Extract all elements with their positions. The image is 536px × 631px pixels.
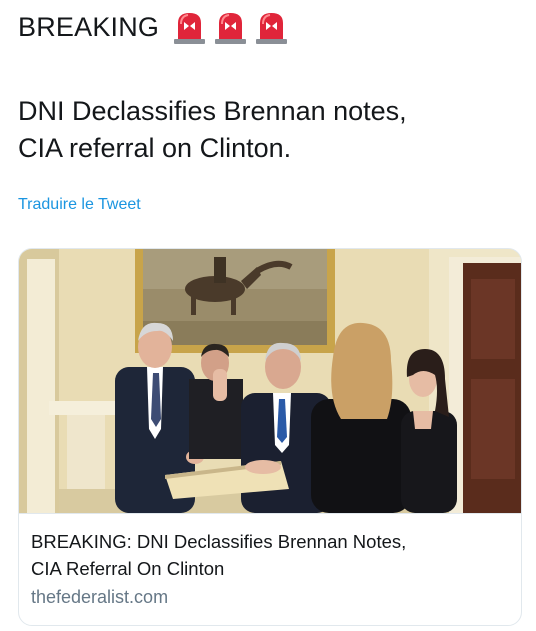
tweet[interactable]: BREAKING DNI Declassifies Brennan notes,… [0,0,536,631]
tweet-text-line: DNI Declassifies Brennan notes, [18,96,407,126]
police-siren-icon [253,10,290,44]
card-domain: thefederalist.com [31,587,169,607]
link-preview-card[interactable]: BREAKING: DNI Declassifies Brennan Notes… [18,248,522,626]
siren-emoji-group [171,10,290,44]
breaking-label: BREAKING [18,11,160,42]
tweet-text-line: CIA referral on Clinton. [18,133,292,163]
card-image[interactable] [19,249,521,513]
tweet-text: DNI Declassifies Brennan notes, CIA refe… [18,93,518,167]
tweet-header: BREAKING [18,10,290,44]
police-siren-icon [212,10,249,44]
card-title-line: CIA Referral On Clinton [31,558,225,579]
card-details[interactable]: BREAKING: DNI Declassifies Brennan Notes… [19,513,521,625]
card-title-line: BREAKING: DNI Declassifies Brennan Notes… [31,531,407,552]
police-siren-icon [171,10,208,44]
card-title: BREAKING: DNI Declassifies Brennan Notes… [31,528,509,582]
translate-tweet-link[interactable]: Traduire le Tweet [18,196,141,214]
